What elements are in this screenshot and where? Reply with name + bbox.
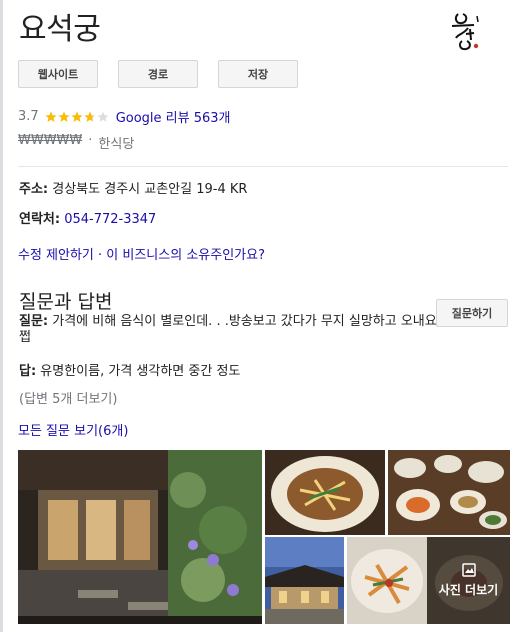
star-icon [97,111,109,122]
rating-row: 3.7 Google 리뷰 563개 [18,107,231,126]
photo-dish-1[interactable] [265,450,385,535]
suggest-edit-link[interactable]: 수정 제안하기 · 이 비즈니스의 소유주인가요? [18,244,265,263]
address-value: 경상북도 경주시 교촌안길 19-4 KR [52,182,248,197]
answer-label: 답: [19,364,37,379]
action-buttons: 웹사이트 경로 저장 [18,60,298,88]
star-icon [71,111,83,122]
qa-heading: 질문과 답변 [19,291,113,313]
divider [18,166,508,167]
answer-body: 유명한이름, 가격 생각하면 중간 정도 [36,364,241,379]
question-body: 가격에 비해 음식이 별로인데. . .방송보고 갔다가 무지 실망하고 오내요… [19,314,437,345]
star-icon [84,111,96,122]
price-level: ₩₩₩₩₩ [18,133,83,148]
more-photos-label: 사진 더보기 [438,583,499,597]
category-type: 한식당 [98,137,135,152]
category-row: ₩₩₩₩₩ · 한식당 [18,133,134,152]
photo-icon [461,563,476,577]
left-edge-strip [0,0,3,632]
directions-button[interactable]: 경로 [118,60,198,88]
answer-text: 답: 유명한이름, 가격 생각하면 중간 정도 [19,360,240,379]
category-separator: · [88,133,93,148]
website-button[interactable]: 웹사이트 [18,60,98,88]
more-answers-link[interactable]: (답변 5개 더보기) [19,388,117,407]
rating-score: 3.7 [18,109,39,124]
more-photos-button[interactable]: 사진 더보기 [427,537,510,624]
phone-label: 연락처: [19,212,61,227]
restaurant-logo [451,13,479,51]
star-icon [45,111,57,122]
question-label: 질문: [19,314,49,329]
star-icon [58,111,70,122]
photo-table-spread[interactable] [388,450,510,535]
photo-building[interactable] [265,537,344,624]
all-questions-link[interactable]: 모든 질문 보기(6개) [18,420,128,439]
reviews-link[interactable]: Google 리뷰 563개 [116,107,231,126]
phone-row: 연락처: 054-772-3347 [19,208,156,227]
ask-question-button[interactable]: 질문하기 [436,299,508,327]
star-rating [45,111,110,123]
save-button[interactable]: 저장 [218,60,298,88]
phone-link[interactable]: 054-772-3347 [64,212,156,227]
place-title: 요석궁 [19,12,101,47]
question-text: 질문: 가격에 비해 음식이 별로인데. . .방송보고 갔다가 무지 실망하고… [19,314,439,346]
address-label: 주소: [19,182,49,197]
photo-dish-2[interactable] [347,537,427,624]
address-row: 주소: 경상북도 경주시 교촌안길 19-4 KR [19,178,247,197]
photo-exterior[interactable] [18,450,262,624]
